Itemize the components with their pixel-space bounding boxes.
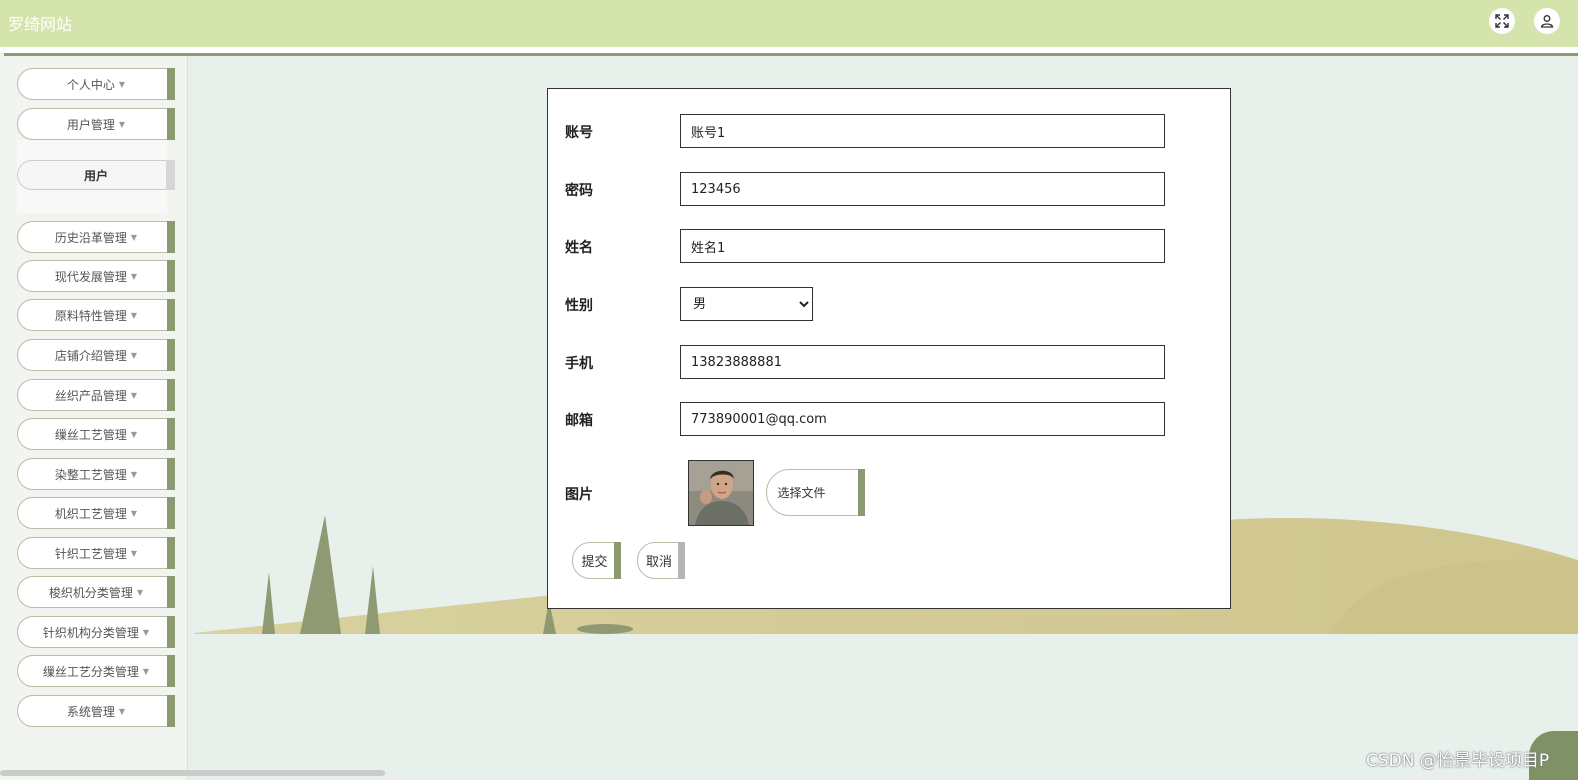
sidebar-item-history[interactable]: 历史沿革管理 ▼ bbox=[17, 221, 175, 253]
caret-down-icon: ▼ bbox=[118, 79, 126, 89]
sidebar-item-reeling-category[interactable]: 缫丝工艺分类管理 ▼ bbox=[17, 655, 175, 687]
caret-down-icon: ▼ bbox=[130, 390, 138, 400]
phone-input[interactable] bbox=[680, 345, 1165, 379]
photo-label: 图片 bbox=[565, 487, 593, 503]
avatar-photo[interactable] bbox=[688, 460, 754, 526]
caret-down-icon: ▼ bbox=[136, 587, 144, 597]
sidebar-item-knitting-process[interactable]: 针织工艺管理 ▼ bbox=[17, 537, 175, 569]
sidebar-item-shop-intro[interactable]: 店铺介绍管理 ▼ bbox=[17, 339, 175, 371]
horizontal-scrollbar[interactable] bbox=[0, 770, 385, 776]
sidebar-item-reeling-process[interactable]: 缫丝工艺管理 ▼ bbox=[17, 418, 175, 450]
caret-down-icon: ▼ bbox=[118, 706, 126, 716]
watermark-text: CSDN @怡景毕设项目P bbox=[1366, 751, 1550, 771]
caret-down-icon: ▼ bbox=[130, 271, 138, 281]
caret-down-icon: ▼ bbox=[130, 429, 138, 439]
user-icon[interactable] bbox=[1534, 8, 1560, 34]
gender-label: 性别 bbox=[565, 298, 593, 314]
top-bar: 罗绮网站 bbox=[0, 0, 1578, 47]
sidebar-subitem-user[interactable]: 用户 bbox=[17, 160, 175, 190]
choose-file-button[interactable]: 选择文件 bbox=[766, 469, 865, 516]
cancel-button[interactable]: 取消 bbox=[637, 542, 685, 579]
sidebar-item-weaving-process[interactable]: 机织工艺管理 ▼ bbox=[17, 497, 175, 529]
account-input[interactable] bbox=[680, 114, 1165, 148]
caret-down-icon: ▼ bbox=[142, 666, 150, 676]
name-label: 姓名 bbox=[565, 240, 593, 256]
sidebar-item-dyeing-process[interactable]: 染整工艺管理 ▼ bbox=[17, 458, 175, 490]
sidebar-item-loom-category[interactable]: 梭织机分类管理 ▼ bbox=[17, 576, 175, 608]
gender-select[interactable]: 男 bbox=[680, 287, 813, 321]
caret-down-icon: ▼ bbox=[130, 350, 138, 360]
caret-down-icon: ▼ bbox=[118, 119, 126, 129]
fullscreen-icon[interactable] bbox=[1489, 8, 1515, 34]
caret-down-icon: ▼ bbox=[130, 508, 138, 518]
caret-down-icon: ▼ bbox=[142, 627, 150, 637]
caret-down-icon: ▼ bbox=[130, 232, 138, 242]
sidebar-item-silk-products[interactable]: 丝织产品管理 ▼ bbox=[17, 379, 175, 411]
caret-down-icon: ▼ bbox=[130, 548, 138, 558]
header-accent-line bbox=[4, 53, 1578, 56]
site-title: 罗绮网站 bbox=[8, 15, 73, 34]
phone-label: 手机 bbox=[565, 356, 593, 372]
sidebar-item-system-management[interactable]: 系统管理 ▼ bbox=[17, 695, 175, 727]
portrait-image bbox=[689, 461, 753, 525]
sidebar-item-user-management[interactable]: 用户管理 ▼ bbox=[17, 108, 175, 140]
sidebar-item-personal-center[interactable]: 个人中心 ▼ bbox=[17, 68, 175, 100]
password-input[interactable] bbox=[680, 172, 1165, 206]
password-label: 密码 bbox=[565, 183, 593, 199]
user-edit-form: 账号 密码 姓名 性别 男 手机 邮箱 图片 选择文件 提交 取消 bbox=[547, 88, 1231, 609]
caret-down-icon: ▼ bbox=[130, 310, 138, 320]
email-input[interactable] bbox=[680, 402, 1165, 436]
account-label: 账号 bbox=[565, 125, 593, 141]
name-input[interactable] bbox=[680, 229, 1165, 263]
sidebar-item-material-properties[interactable]: 原料特性管理 ▼ bbox=[17, 299, 175, 331]
sidebar-item-modern-development[interactable]: 现代发展管理 ▼ bbox=[17, 260, 175, 292]
submit-button[interactable]: 提交 bbox=[572, 542, 621, 579]
email-label: 邮箱 bbox=[565, 413, 593, 429]
sidebar-item-knitting-machine-category[interactable]: 针织机构分类管理 ▼ bbox=[17, 616, 175, 648]
caret-down-icon: ▼ bbox=[130, 469, 138, 479]
